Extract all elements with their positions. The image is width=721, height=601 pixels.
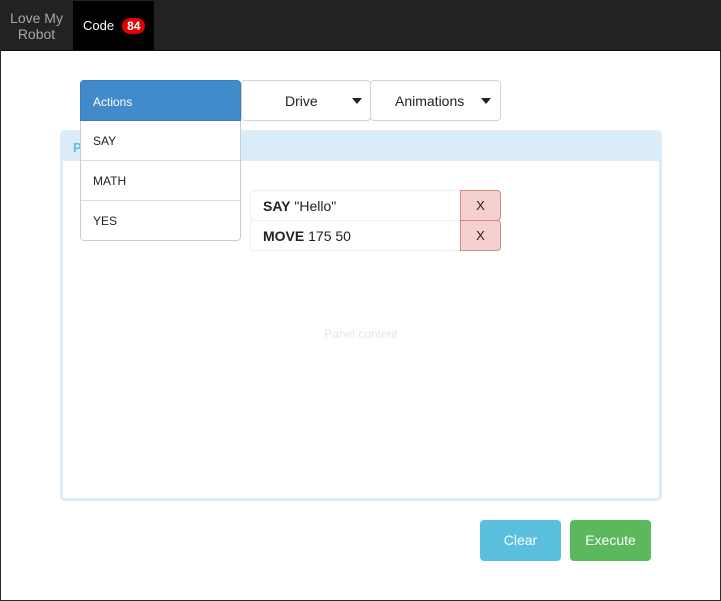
drive-dropdown-label: Drive	[285, 93, 318, 109]
actions-dropdown-button[interactable]: Actions	[80, 80, 241, 121]
command-args: 175 50	[308, 228, 351, 244]
menu-item-math[interactable]: MATH	[81, 161, 240, 201]
brand-link[interactable]: Love My Robot	[1, 1, 72, 50]
panel-placeholder: Panel content	[324, 327, 398, 341]
remove-command-button[interactable]: X	[460, 220, 501, 251]
nav-tab-code-label: Code	[83, 18, 115, 33]
caret-down-icon	[481, 98, 491, 104]
nav-tab-code[interactable]: Code 84	[73, 1, 154, 50]
animations-dropdown-button[interactable]: Animations	[370, 80, 501, 121]
menu-item-yes[interactable]: YES	[81, 201, 240, 241]
command-args: "Hello"	[294, 198, 337, 214]
command-row: SAY "Hello" X	[250, 190, 501, 221]
command-keyword: SAY	[263, 198, 291, 214]
command-row: MOVE 175 50 X	[250, 220, 501, 251]
actions-dropdown-menu: SAY MATH YES	[80, 121, 241, 241]
execute-button[interactable]: Execute	[570, 520, 651, 561]
clear-button[interactable]: Clear	[480, 520, 561, 561]
menu-item-say[interactable]: SAY	[81, 121, 240, 161]
animations-dropdown-label: Animations	[395, 93, 465, 109]
command-text: MOVE 175 50	[250, 220, 461, 251]
code-count-badge: 84	[122, 17, 146, 34]
drive-dropdown-button[interactable]: Drive	[241, 80, 371, 121]
remove-command-button[interactable]: X	[460, 190, 501, 221]
command-text: SAY "Hello"	[250, 190, 461, 221]
caret-down-icon	[352, 98, 362, 104]
top-navbar: Love My Robot Code 84	[0, 0, 721, 51]
command-keyword: MOVE	[263, 228, 305, 244]
